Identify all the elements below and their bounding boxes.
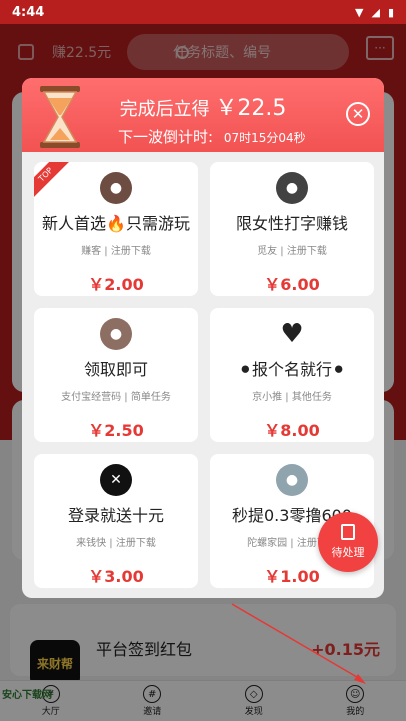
annotation-arrow: [231, 603, 366, 684]
